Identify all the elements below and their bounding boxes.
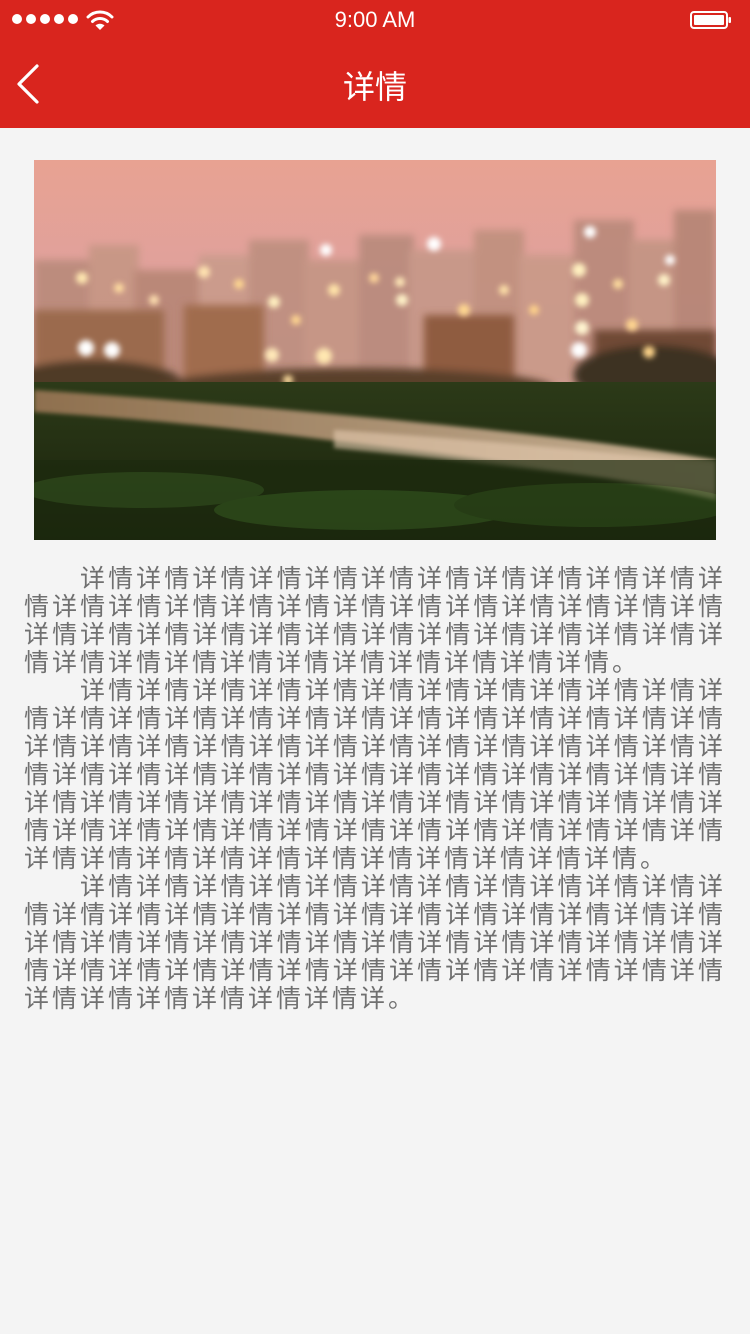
article-body: 详情详情详情详情详情详情详情详情详情详情详情详情详情详情详情详情详情详情详情详情…	[24, 565, 726, 1013]
battery-icon	[690, 11, 731, 29]
hero-photo	[34, 160, 716, 540]
article-paragraph: 详情详情详情详情详情详情详情详情详情详情详情详情详情详情详情详情详情详情详情详情…	[24, 872, 726, 1013]
article-paragraph: 详情详情详情详情详情详情详情详情详情详情详情详情详情详情详情详情详情详情详情详情…	[24, 676, 726, 873]
status-bar: 9:00 AM	[0, 0, 750, 40]
navigation-bar: 详情	[0, 40, 750, 128]
status-time: 9:00 AM	[334, 7, 416, 32]
page-title: 详情	[342, 68, 407, 106]
top-bar: 9:00 AM 详情	[0, 0, 750, 128]
article-paragraph: 详情详情详情详情详情详情详情详情详情详情详情详情详情详情详情详情详情详情详情详情…	[24, 564, 726, 677]
hero-image	[34, 160, 716, 540]
